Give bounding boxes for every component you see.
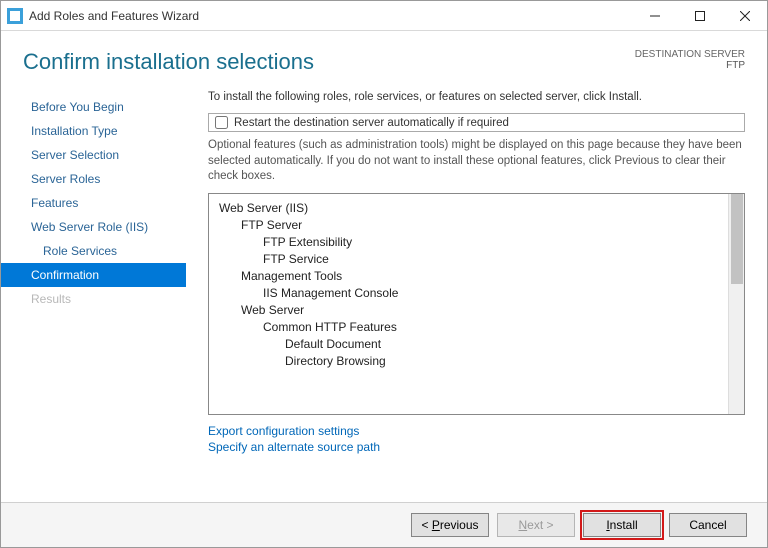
nav-item-features[interactable]: Features xyxy=(1,191,186,215)
tree-node: Management Tools xyxy=(219,268,722,285)
cancel-button[interactable]: Cancel xyxy=(669,513,747,537)
tree-node: Web Server (IIS) xyxy=(219,200,722,217)
tree-node: FTP Extensibility xyxy=(219,234,722,251)
tree-node: Common HTTP Features xyxy=(219,319,722,336)
tree-node: Default Document xyxy=(219,336,722,353)
tree-node: FTP Service xyxy=(219,251,722,268)
selections-tree: Web Server (IIS)FTP ServerFTP Extensibil… xyxy=(209,194,728,414)
nav-item-server-roles[interactable]: Server Roles xyxy=(1,167,186,191)
titlebar: Add Roles and Features Wizard xyxy=(1,1,767,31)
tree-node: FTP Server xyxy=(219,217,722,234)
maximize-button[interactable] xyxy=(677,1,722,30)
optional-features-note: Optional features (such as administratio… xyxy=(208,138,745,185)
install-button[interactable]: Install xyxy=(583,513,661,537)
tree-node: IIS Management Console xyxy=(219,285,722,302)
export-config-link[interactable]: Export configuration settings xyxy=(208,423,745,439)
destination-value: FTP xyxy=(635,60,745,71)
scrollbar-thumb[interactable] xyxy=(731,194,743,284)
page-title: Confirm installation selections xyxy=(23,49,314,75)
wizard-header: Confirm installation selections DESTINAT… xyxy=(1,31,767,85)
nav-item-web-server-role-iis-[interactable]: Web Server Role (IIS) xyxy=(1,215,186,239)
restart-checkbox-row[interactable]: Restart the destination server automatic… xyxy=(208,113,745,132)
tree-node: Directory Browsing xyxy=(219,353,722,370)
selections-box: Web Server (IIS)FTP ServerFTP Extensibil… xyxy=(208,193,745,415)
minimize-button[interactable] xyxy=(632,1,677,30)
wizard-footer: < Previous Next > Install Cancel xyxy=(1,502,767,547)
alternate-source-link[interactable]: Specify an alternate source path xyxy=(208,439,745,455)
nav-item-results: Results xyxy=(1,287,186,311)
restart-checkbox[interactable] xyxy=(215,116,228,129)
app-icon xyxy=(7,8,23,24)
instruction-text: To install the following roles, role ser… xyxy=(208,91,745,103)
nav-item-server-selection[interactable]: Server Selection xyxy=(1,143,186,167)
window-title: Add Roles and Features Wizard xyxy=(29,9,632,23)
nav-item-before-you-begin[interactable]: Before You Begin xyxy=(1,95,186,119)
nav-item-installation-type[interactable]: Installation Type xyxy=(1,119,186,143)
close-button[interactable] xyxy=(722,1,767,30)
nav-item-role-services[interactable]: Role Services xyxy=(1,239,186,263)
tree-node: Web Server xyxy=(219,302,722,319)
nav-item-confirmation[interactable]: Confirmation xyxy=(1,263,186,287)
previous-button[interactable]: < Previous xyxy=(411,513,489,537)
destination-server: DESTINATION SERVER FTP xyxy=(635,49,745,71)
destination-label: DESTINATION SERVER xyxy=(635,49,745,60)
config-links: Export configuration settings Specify an… xyxy=(208,423,745,455)
scrollbar[interactable] xyxy=(728,194,744,414)
wizard-nav: Before You BeginInstallation TypeServer … xyxy=(1,85,186,502)
content-pane: To install the following roles, role ser… xyxy=(186,85,767,502)
next-button: Next > xyxy=(497,513,575,537)
restart-label: Restart the destination server automatic… xyxy=(234,117,509,129)
